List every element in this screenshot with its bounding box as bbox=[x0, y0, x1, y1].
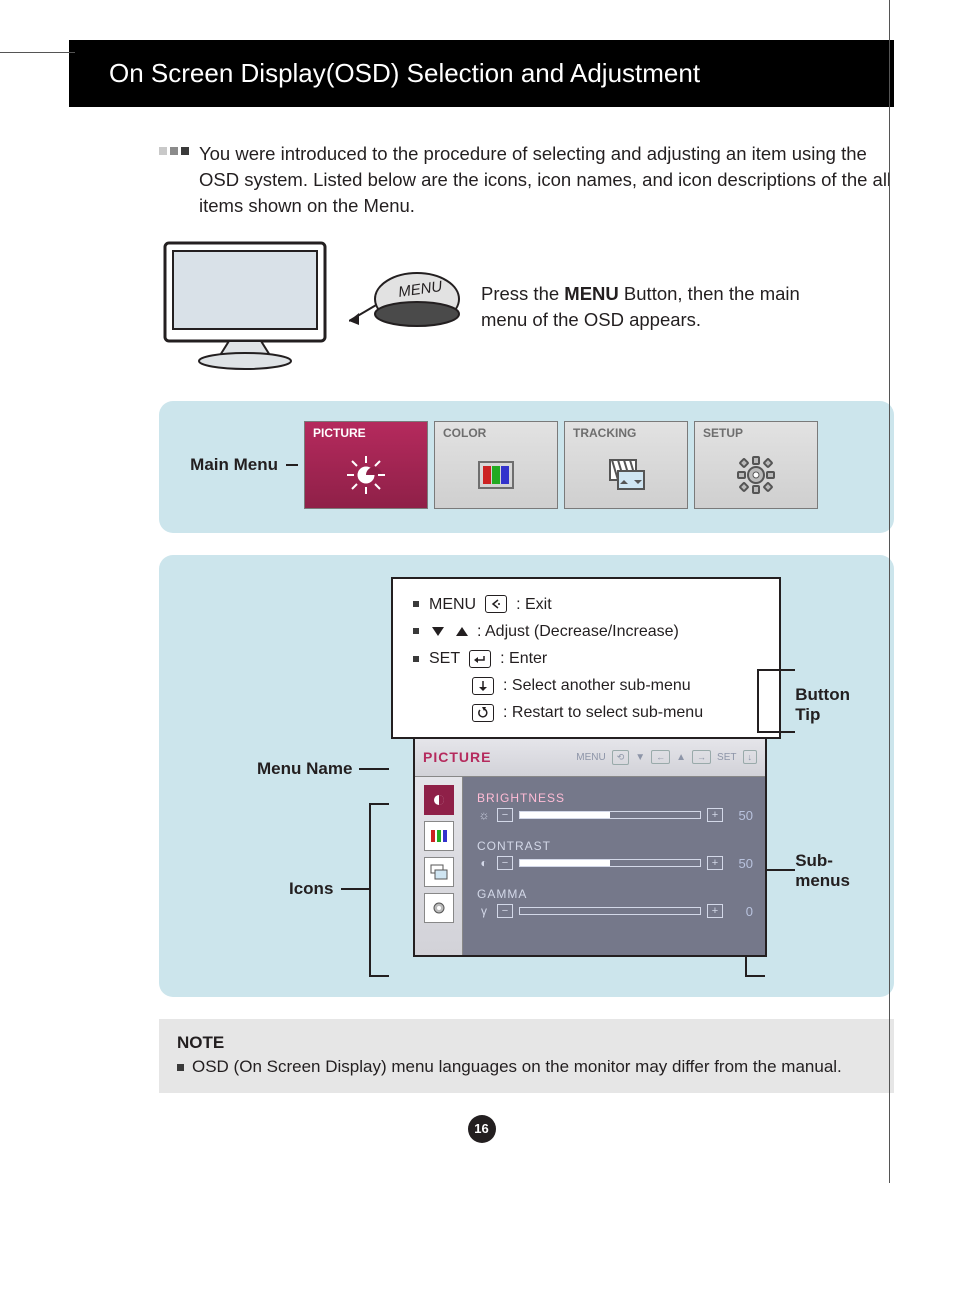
callout-line bbox=[359, 768, 389, 770]
intro-paragraph: You were introduced to the procedure of … bbox=[159, 141, 894, 219]
side-color-icon[interactable] bbox=[424, 821, 454, 851]
setting-value: 50 bbox=[729, 808, 753, 823]
left-mini-icon: ← bbox=[651, 750, 670, 764]
press-instruction: Press the MENU Button, then the main men… bbox=[481, 281, 801, 333]
menu-name-label: Menu Name bbox=[257, 759, 352, 779]
main-menu-item-tracking[interactable]: TRACKING bbox=[564, 421, 688, 509]
main-menu-item-label: TRACKING bbox=[565, 422, 687, 443]
main-menu-items: PICTURE COLOR bbox=[304, 421, 818, 509]
slider-bar[interactable] bbox=[519, 907, 701, 915]
callout-line bbox=[286, 464, 298, 466]
exit-mini-icon: ⟲ bbox=[612, 750, 630, 765]
monitor-illustration bbox=[159, 237, 349, 377]
page-title: On Screen Display(OSD) Selection and Adj… bbox=[69, 40, 894, 107]
color-icon bbox=[435, 443, 557, 508]
osd-setting-gamma[interactable]: GAMMA γ − + 0 bbox=[477, 887, 753, 919]
intro-text: You were introduced to the procedure of … bbox=[199, 141, 894, 219]
side-tracking-icon[interactable] bbox=[424, 857, 454, 887]
icons-label: Icons bbox=[289, 879, 333, 899]
page-number: 16 bbox=[468, 1115, 496, 1143]
callout-line bbox=[369, 803, 389, 805]
osd-side-icons bbox=[415, 777, 463, 955]
tip-menu: MENU : Exit bbox=[413, 591, 765, 618]
setting-name: GAMMA bbox=[477, 887, 753, 901]
slider-bar[interactable] bbox=[519, 811, 701, 819]
enter-icon bbox=[469, 650, 491, 668]
restart-icon bbox=[472, 704, 494, 722]
tip-select: : Select another sub-menu bbox=[413, 672, 765, 699]
callout-line bbox=[341, 888, 369, 890]
osd-menu-name: PICTURE bbox=[423, 749, 491, 765]
detail-panel: MENU : Exit : Adjust (Decrease/Increase)… bbox=[159, 555, 894, 997]
callout-line bbox=[757, 731, 795, 733]
main-menu-item-setup[interactable]: SETUP bbox=[694, 421, 818, 509]
callout-line bbox=[757, 669, 759, 731]
osd-setting-contrast[interactable]: CONTRAST ◐ − + 50 bbox=[477, 839, 753, 871]
side-picture-icon[interactable] bbox=[424, 785, 454, 815]
arrow-down-icon bbox=[472, 677, 494, 695]
decorative-rule bbox=[0, 52, 75, 53]
slider-bar[interactable] bbox=[519, 859, 701, 867]
main-menu-label: Main Menu bbox=[183, 455, 278, 475]
setting-value: 50 bbox=[729, 856, 753, 871]
callout-line bbox=[369, 803, 371, 977]
note-text: OSD (On Screen Display) menu languages o… bbox=[192, 1057, 842, 1077]
callout-line bbox=[745, 975, 765, 977]
tip-set: SET : Enter bbox=[413, 645, 765, 672]
osd-settings-area: BRIGHTNESS ☼ − + 50 CONTRAST ◐ bbox=[463, 777, 765, 955]
plus-icon[interactable]: + bbox=[707, 856, 723, 870]
main-menu-item-label: SETUP bbox=[695, 422, 817, 443]
osd-setting-brightness[interactable]: BRIGHTNESS ☼ − + 50 bbox=[477, 791, 753, 823]
main-menu-item-color[interactable]: COLOR bbox=[434, 421, 558, 509]
main-menu-item-label: COLOR bbox=[435, 422, 557, 443]
menu-button-callout: MENU bbox=[349, 259, 469, 354]
note-box: NOTE OSD (On Screen Display) menu langua… bbox=[159, 1019, 894, 1093]
right-mini-icon: → bbox=[692, 750, 711, 764]
down-mini-icon: ↓ bbox=[743, 750, 758, 764]
sub-menus-label: Sub- menus bbox=[795, 851, 850, 892]
plus-icon[interactable]: + bbox=[707, 904, 723, 918]
main-menu-panel: Main Menu PICTURE bbox=[159, 401, 894, 533]
sun-icon: ☼ bbox=[477, 808, 491, 822]
plus-icon[interactable]: + bbox=[707, 808, 723, 822]
monitor-illustration-block: MENU Press the MENU Button, then the mai… bbox=[159, 237, 894, 377]
setting-name: BRIGHTNESS bbox=[477, 791, 753, 805]
minus-icon[interactable]: − bbox=[497, 904, 513, 918]
triangle-up-icon bbox=[456, 627, 468, 636]
bullet-square-icon bbox=[177, 1064, 184, 1071]
osd-topbar-buttons: MENU⟲ ▼← ▲→ SET↓ bbox=[576, 750, 757, 765]
button-tip-label: Button Tip bbox=[795, 685, 850, 726]
tracking-icon bbox=[565, 443, 687, 508]
osd-window: PICTURE MENU⟲ ▼← ▲→ SET↓ bbox=[413, 737, 767, 957]
button-tip-box: MENU : Exit : Adjust (Decrease/Increase)… bbox=[391, 577, 781, 739]
decorative-rule bbox=[889, 0, 890, 1183]
gamma-icon: γ bbox=[477, 904, 491, 918]
tip-restart: : Restart to select sub-menu bbox=[413, 699, 765, 726]
triangle-down-icon bbox=[432, 627, 444, 636]
gear-icon bbox=[695, 443, 817, 508]
setting-name: CONTRAST bbox=[477, 839, 753, 853]
minus-icon[interactable]: − bbox=[497, 808, 513, 822]
picture-icon bbox=[305, 443, 427, 508]
main-menu-item-label: PICTURE bbox=[305, 422, 427, 443]
setting-value: 0 bbox=[729, 904, 753, 919]
osd-title-bar: PICTURE MENU⟲ ▼← ▲→ SET↓ bbox=[415, 739, 765, 777]
contrast-icon: ◐ bbox=[477, 856, 491, 870]
exit-icon bbox=[485, 595, 507, 613]
side-setup-icon[interactable] bbox=[424, 893, 454, 923]
main-menu-item-picture[interactable]: PICTURE bbox=[304, 421, 428, 509]
note-title: NOTE bbox=[177, 1033, 876, 1053]
callout-line bbox=[765, 869, 795, 871]
minus-icon[interactable]: − bbox=[497, 856, 513, 870]
callout-line bbox=[369, 975, 389, 977]
bullet-squares-icon bbox=[159, 147, 189, 155]
callout-line bbox=[757, 669, 795, 671]
tip-adjust: : Adjust (Decrease/Increase) bbox=[413, 618, 765, 645]
